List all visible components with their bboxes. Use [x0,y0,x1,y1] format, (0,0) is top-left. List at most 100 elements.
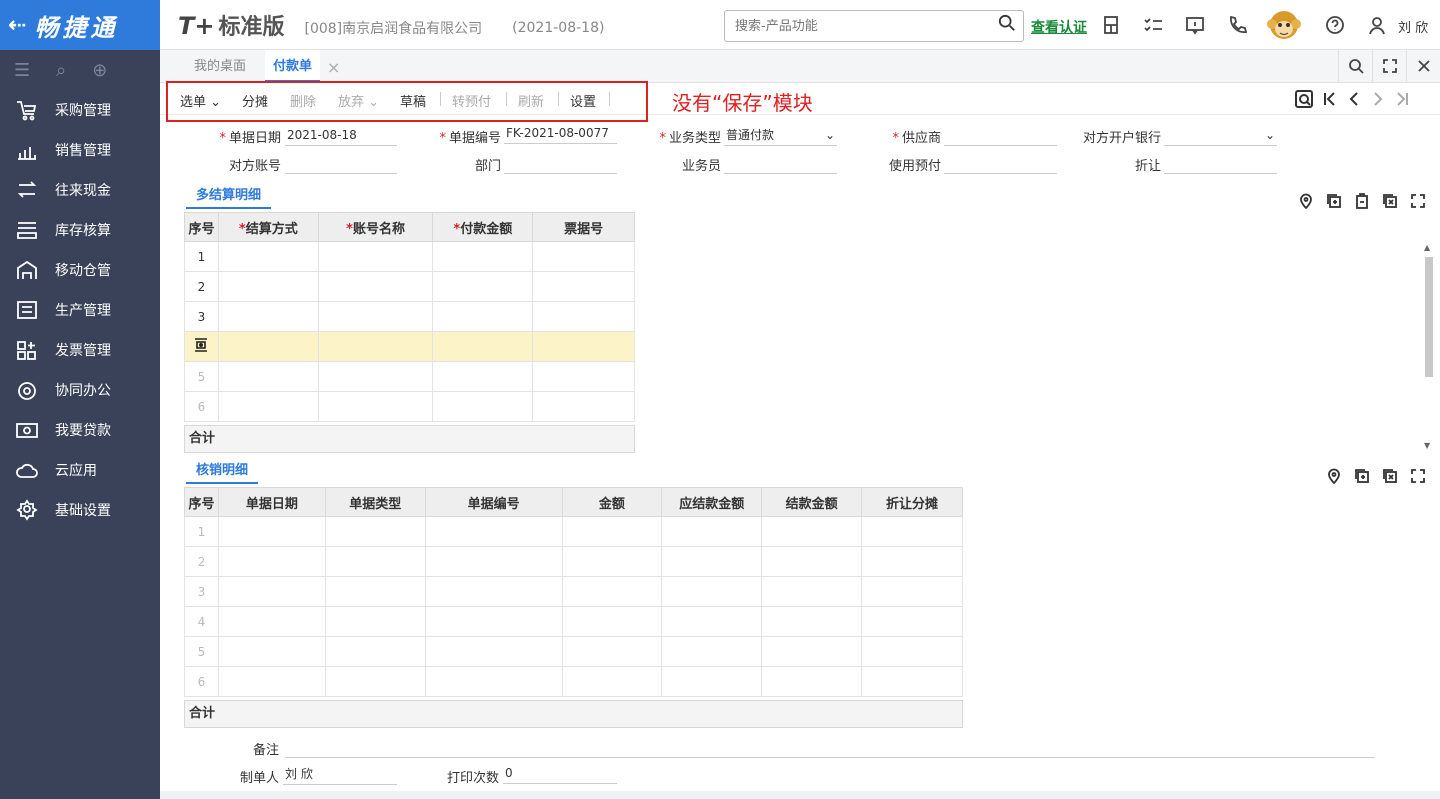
close-window-icon[interactable] [1406,50,1440,82]
table-cell[interactable] [217,391,319,422]
fullscreen-icon[interactable] [1372,50,1406,82]
location-icon[interactable] [1326,468,1344,486]
add-shortcut-icon[interactable]: ⊕ [92,60,107,81]
previous-record-icon[interactable] [1344,89,1364,109]
search-icon[interactable] [1338,50,1372,82]
remark-field[interactable] [285,738,1375,758]
table-cell[interactable] [317,271,434,302]
user-name[interactable]: 刘 欣 [1398,17,1428,36]
prepay-field[interactable] [944,154,1057,174]
row-action-icon[interactable] [184,331,219,362]
table-row[interactable]: 5 [184,636,963,667]
preview-icon[interactable] [1294,89,1314,109]
table-row[interactable]: 4 [184,606,963,637]
vertical-scrollbar[interactable]: ▲ ▼ [1422,243,1436,453]
table-row[interactable]: 1 [184,516,963,547]
last-record-icon[interactable] [1392,89,1412,109]
account-field[interactable] [285,154,397,174]
tab-my-desktop[interactable]: 我的桌面 [194,50,246,82]
table-row[interactable]: 2 [184,546,963,577]
bank-select[interactable]: ⌄ [1164,126,1277,146]
table-cell[interactable] [432,301,534,332]
scroll-thumb[interactable] [1425,257,1433,377]
table-cell[interactable] [217,271,319,302]
sidebar-item-mobile-warehouse[interactable]: 移动仓管 [0,250,160,290]
calculator-icon[interactable] [1100,14,1122,36]
dept-field[interactable] [504,154,617,174]
user-icon[interactable] [1366,14,1388,36]
table-row[interactable]: 2 [184,271,635,302]
table-cell[interactable] [317,301,434,332]
staff-field[interactable] [724,154,837,174]
sidebar-item-production[interactable]: 生产管理 [0,290,160,330]
monkey-avatar-icon[interactable] [1267,7,1301,43]
table-cell[interactable] [532,271,635,302]
table-cell[interactable] [317,241,434,272]
table-cell[interactable] [432,391,534,422]
supplier-field[interactable] [944,126,1057,146]
next-record-icon[interactable] [1368,89,1388,109]
delete-button[interactable]: 删除 [290,91,316,110]
discount-field[interactable] [1164,154,1277,174]
table-row[interactable]: 5 [184,361,635,392]
search-menu-icon[interactable]: ⌕ [56,60,66,81]
close-tab-icon[interactable]: × [327,58,340,77]
table-cell[interactable] [432,331,534,362]
scroll-up-icon[interactable]: ▲ [1424,243,1430,252]
sidebar-item-cash[interactable]: 往来现金 [0,170,160,210]
table-cell[interactable] [317,361,434,392]
sidebar-item-cloud[interactable]: 云应用 [0,450,160,490]
help-icon[interactable] [1324,14,1346,36]
table-cell[interactable] [532,331,635,362]
split-button[interactable]: 分摊 [242,91,268,110]
search-icon[interactable] [998,14,1018,34]
sidebar-item-settings[interactable]: 基础设置 [0,490,160,530]
first-record-icon[interactable] [1320,89,1340,109]
table-row[interactable]: 1 [184,241,635,272]
table-row[interactable]: 6 [184,666,963,697]
copy-row-icon[interactable] [1326,193,1344,211]
location-icon[interactable] [1298,193,1316,211]
to-prepay-button[interactable]: 转预付 [452,91,491,110]
table-cell[interactable] [217,331,319,362]
sidebar-item-purchase[interactable]: 采购管理 [0,90,160,130]
doc-date-field[interactable]: 2021-08-18 [285,126,397,146]
expand-grid-icon[interactable] [1410,468,1428,486]
writeoff-section-title[interactable]: 核销明细 [186,459,259,484]
message-icon[interactable] [1184,14,1206,36]
doc-no-field[interactable]: FK-2021-08-0077 [504,124,617,144]
verify-link[interactable]: 查看认证 [1031,17,1087,37]
delete-row-icon[interactable] [1382,468,1400,486]
table-cell[interactable] [317,391,434,422]
table-cell[interactable] [532,391,635,422]
expand-grid-icon[interactable] [1410,193,1428,211]
settings-button[interactable]: 设置 [570,91,596,110]
menu-collapse-icon[interactable]: ☰ [14,60,30,81]
settlement-section-title[interactable]: 多结算明细 [186,184,272,209]
table-cell[interactable] [432,241,534,272]
search-input[interactable] [724,10,1024,42]
paste-row-icon[interactable] [1354,193,1372,211]
task-list-icon[interactable] [1142,14,1164,36]
table-row[interactable]: 3 [184,576,963,607]
table-cell[interactable] [532,361,635,392]
sidebar-item-loan[interactable]: 我要贷款 [0,410,160,450]
copy-row-icon[interactable] [1354,468,1372,486]
table-cell[interactable] [217,301,319,332]
table-cell[interactable] [532,301,635,332]
phone-icon[interactable] [1226,14,1248,36]
table-row[interactable]: 6 [184,391,635,422]
table-row[interactable]: 3 [184,301,635,332]
sidebar-item-invoice[interactable]: 发票管理 [0,330,160,370]
table-cell[interactable] [317,331,434,362]
table-cell[interactable] [432,361,534,392]
table-cell[interactable] [432,271,534,302]
table-cell[interactable] [217,361,319,392]
sidebar-item-collaboration[interactable]: 协同办公 [0,370,160,410]
draft-button[interactable]: 草稿 [400,91,426,110]
table-row-selected[interactable] [184,331,635,362]
scroll-down-icon[interactable]: ▼ [1424,441,1430,450]
select-order-button[interactable]: 选单 ⌄ [180,91,221,110]
discard-button[interactable]: 放弃 ⌄ [338,91,379,110]
sidebar-item-inventory[interactable]: 库存核算 [0,210,160,250]
